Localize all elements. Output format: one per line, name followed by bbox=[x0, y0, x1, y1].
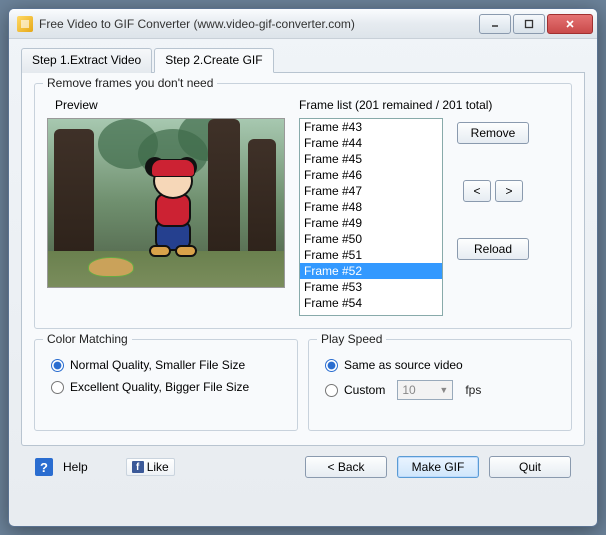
group-color-matching: Color Matching Normal Quality, Smaller F… bbox=[34, 339, 298, 431]
close-button[interactable] bbox=[547, 14, 593, 34]
radio-same-input[interactable] bbox=[325, 359, 338, 372]
framelist-label: Frame list (201 remained / 201 total) bbox=[299, 98, 559, 112]
radio-normal-label: Normal Quality, Smaller File Size bbox=[70, 358, 245, 372]
frame-item[interactable]: Frame #50 bbox=[300, 231, 442, 247]
window-title: Free Video to GIF Converter (www.video-g… bbox=[39, 17, 477, 31]
preview-column: Preview bbox=[47, 94, 287, 316]
app-icon bbox=[17, 16, 33, 32]
tab-step2[interactable]: Step 2.Create GIF bbox=[154, 48, 273, 73]
radio-custom-label: Custom bbox=[344, 383, 385, 397]
legend-play-speed: Play Speed bbox=[317, 332, 386, 346]
frame-item[interactable]: Frame #47 bbox=[300, 183, 442, 199]
chevron-down-icon: ▼ bbox=[439, 385, 448, 395]
radio-excellent-input[interactable] bbox=[51, 381, 64, 394]
radio-custom-speed[interactable]: Custom 10 ▼ fps bbox=[325, 380, 555, 400]
radio-excellent-label: Excellent Quality, Bigger File Size bbox=[70, 380, 249, 394]
framelist-column: Frame list (201 remained / 201 total) Fr… bbox=[299, 94, 559, 316]
bottom-bar: ? Help f Like < Back Make GIF Quit bbox=[21, 446, 585, 478]
client-area: Step 1.Extract Video Step 2.Create GIF R… bbox=[9, 39, 597, 488]
fb-like-button[interactable]: f Like bbox=[126, 458, 175, 476]
frame-item[interactable]: Frame #52 bbox=[300, 263, 442, 279]
remove-button[interactable]: Remove bbox=[457, 122, 529, 144]
frame-item[interactable]: Frame #51 bbox=[300, 247, 442, 263]
frame-side-buttons: Remove < > Reload bbox=[453, 118, 533, 316]
frame-item[interactable]: Frame #48 bbox=[300, 199, 442, 215]
preview-label: Preview bbox=[55, 98, 287, 112]
help-icon[interactable]: ? bbox=[35, 458, 53, 476]
frame-nav: < > bbox=[463, 180, 523, 202]
tab-step1[interactable]: Step 1.Extract Video bbox=[21, 48, 152, 73]
frame-item[interactable]: Frame #53 bbox=[300, 279, 442, 295]
window-controls bbox=[477, 14, 593, 34]
frame-item[interactable]: Frame #54 bbox=[300, 295, 442, 311]
tab-panel: Remove frames you don't need Preview bbox=[21, 73, 585, 446]
quit-button[interactable]: Quit bbox=[489, 456, 571, 478]
fps-combo[interactable]: 10 ▼ bbox=[397, 380, 453, 400]
tab-bar: Step 1.Extract Video Step 2.Create GIF bbox=[21, 47, 585, 73]
frame-listbox[interactable]: Frame #43Frame #44Frame #45Frame #46Fram… bbox=[299, 118, 443, 316]
radio-same-label: Same as source video bbox=[344, 358, 463, 372]
legend-remove-frames: Remove frames you don't need bbox=[43, 76, 217, 90]
frame-item[interactable]: Frame #49 bbox=[300, 215, 442, 231]
prev-frame-button[interactable]: < bbox=[463, 180, 491, 202]
help-label[interactable]: Help bbox=[63, 460, 88, 474]
back-button[interactable]: < Back bbox=[305, 456, 387, 478]
radio-excellent-quality[interactable]: Excellent Quality, Bigger File Size bbox=[51, 380, 281, 394]
reload-button[interactable]: Reload bbox=[457, 238, 529, 260]
radio-normal-quality[interactable]: Normal Quality, Smaller File Size bbox=[51, 358, 281, 372]
app-window: Free Video to GIF Converter (www.video-g… bbox=[8, 8, 598, 527]
group-play-speed: Play Speed Same as source video Custom 1… bbox=[308, 339, 572, 431]
frame-item[interactable]: Frame #45 bbox=[300, 151, 442, 167]
preview-image bbox=[47, 118, 285, 288]
maximize-button[interactable] bbox=[513, 14, 545, 34]
legend-color-matching: Color Matching bbox=[43, 332, 132, 346]
fb-like-label: Like bbox=[147, 460, 169, 474]
next-frame-button[interactable]: > bbox=[495, 180, 523, 202]
frame-item[interactable]: Frame #44 bbox=[300, 135, 442, 151]
minimize-button[interactable] bbox=[479, 14, 511, 34]
frame-item[interactable]: Frame #46 bbox=[300, 167, 442, 183]
frame-item[interactable]: Frame #43 bbox=[300, 119, 442, 135]
titlebar: Free Video to GIF Converter (www.video-g… bbox=[9, 9, 597, 39]
radio-normal-input[interactable] bbox=[51, 359, 64, 372]
radio-custom-input[interactable] bbox=[325, 384, 338, 397]
group-remove-frames: Remove frames you don't need Preview bbox=[34, 83, 572, 329]
facebook-icon: f bbox=[132, 461, 144, 473]
radio-same-speed[interactable]: Same as source video bbox=[325, 358, 555, 372]
fps-unit: fps bbox=[465, 383, 481, 397]
fps-value: 10 bbox=[402, 383, 415, 397]
make-gif-button[interactable]: Make GIF bbox=[397, 456, 479, 478]
